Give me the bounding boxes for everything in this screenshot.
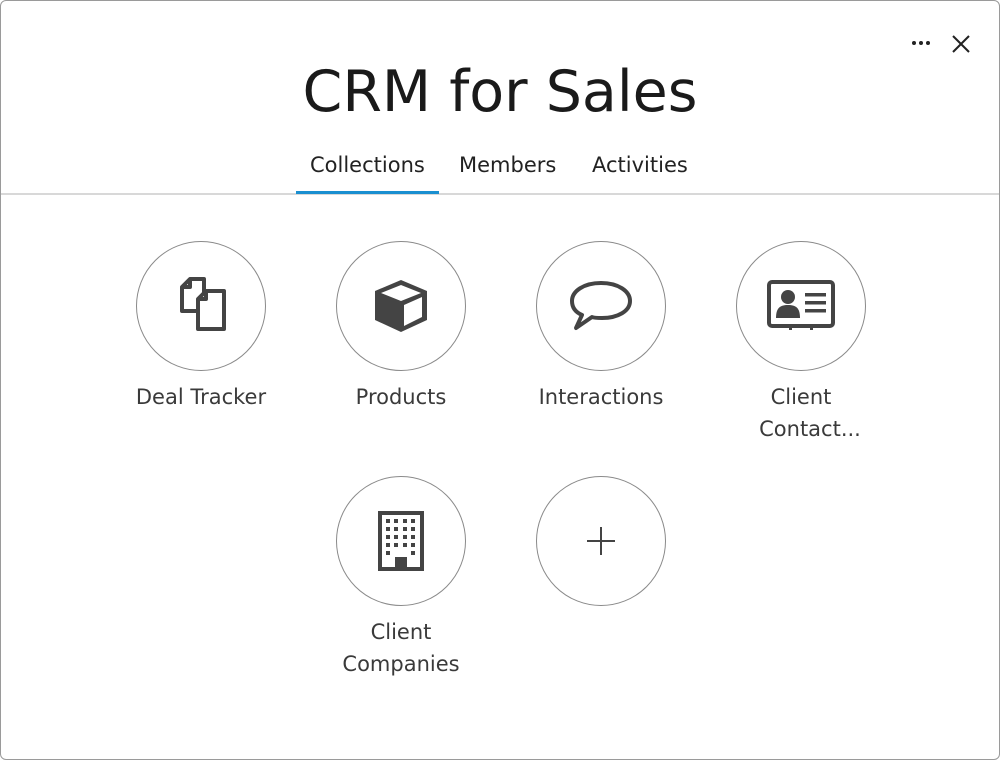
collection-interactions[interactable]: Interactions — [501, 241, 701, 413]
collection-icon-circle — [536, 476, 666, 606]
tab-collections[interactable]: Collections — [296, 153, 439, 194]
plus-icon — [587, 527, 615, 555]
collection-icon-circle — [536, 241, 666, 371]
collection-client-companies[interactable]: Client Companies — [301, 476, 501, 680]
add-collection-button[interactable] — [501, 476, 701, 606]
ellipsis-dot — [919, 41, 923, 45]
collection-deal-tracker[interactable]: Deal Tracker — [101, 241, 301, 413]
more-options-button[interactable] — [906, 33, 936, 53]
collection-products[interactable]: Products — [301, 241, 501, 413]
collection-label: Client Contact... — [701, 381, 901, 445]
tab-bar: Collections Members Activities — [1, 151, 999, 195]
collection-icon-circle — [736, 241, 866, 371]
collection-client-contacts[interactable]: Client Contact... — [701, 241, 901, 445]
collection-icon-circle — [336, 476, 466, 606]
page-title: CRM for Sales — [302, 59, 698, 125]
close-x-icon — [952, 35, 970, 53]
collection-label-line1: Client — [770, 385, 832, 409]
tab-members[interactable]: Members — [459, 153, 556, 191]
building-icon — [378, 511, 424, 571]
close-button[interactable] — [949, 32, 973, 56]
collection-label: Deal Tracker — [135, 385, 267, 409]
collection-label: Interactions — [538, 385, 664, 409]
tab-activities[interactable]: Activities — [592, 153, 688, 191]
documents-icon — [180, 277, 226, 331]
collection-label-line1: Client — [370, 620, 432, 644]
collection-icon-circle — [136, 241, 266, 371]
cube-icon — [375, 280, 427, 332]
speech-bubble-icon — [570, 281, 632, 330]
collection-label: Client Companies — [301, 616, 501, 680]
ellipsis-horizontal-icon — [912, 41, 916, 45]
collection-label-line2: Contact... — [759, 417, 861, 441]
collection-label-line2: Companies — [342, 652, 460, 676]
collection-icon-circle — [336, 241, 466, 371]
collections-dialog: CRM for Sales Collections Members Activi… — [0, 0, 1000, 760]
collection-label: Products — [355, 385, 447, 409]
contact-card-icon — [767, 280, 835, 330]
ellipsis-dot — [926, 41, 930, 45]
